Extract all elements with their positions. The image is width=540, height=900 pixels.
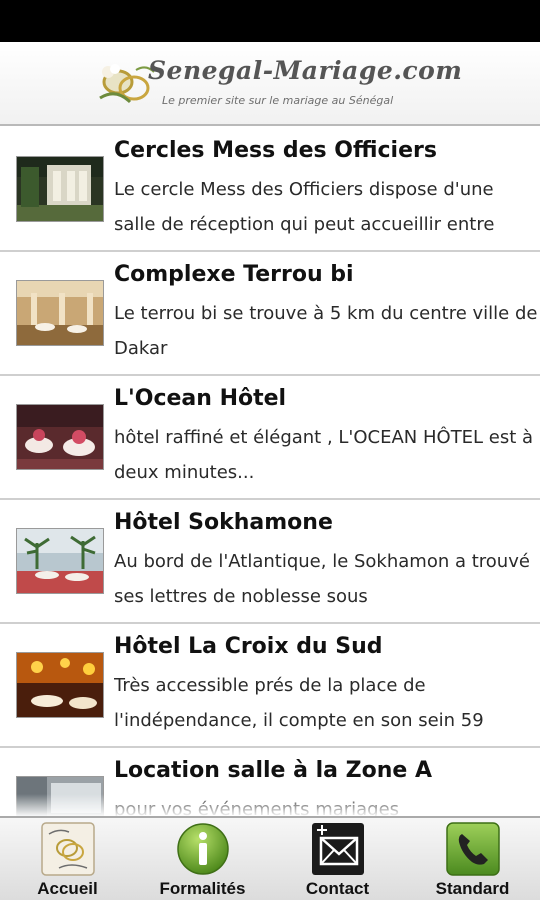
phone-icon: [445, 822, 500, 876]
venue-title: Cercles Mess des Officiers: [114, 138, 437, 163]
tab-accueil[interactable]: Accueil: [0, 818, 135, 900]
venue-title: Hôtel La Croix du Sud: [114, 634, 383, 659]
venue-description: Le terrou bi se trouve à 5 km du centre …: [114, 303, 538, 359]
home-logo-icon: [40, 822, 95, 876]
venue-description: Le cercle Mess des Officiers dispose d'u…: [114, 179, 495, 235]
tab-formalites[interactable]: Formalités: [135, 818, 270, 900]
venue-item[interactable]: Hôtel La Croix du Sud Très accessible pr…: [0, 624, 540, 748]
venue-thumbnail: [16, 404, 104, 470]
venue-list[interactable]: Cercles Mess des Officiers Le cercle Mes…: [0, 128, 540, 816]
tab-standard[interactable]: Standard: [405, 818, 540, 900]
tab-contact[interactable]: Contact: [270, 818, 405, 900]
venue-item[interactable]: L'Ocean Hôtel hôtel raffiné et élégant ,…: [0, 376, 540, 500]
venue-thumbnail: [16, 280, 104, 346]
site-subtitle: Le premier site sur le mariage au Sénéga…: [162, 94, 394, 107]
venue-title: Location salle à la Zone A: [114, 758, 433, 783]
tab-label: Standard: [435, 879, 510, 898]
venue-item[interactable]: Complexe Terrou bi Le terrou bi se trouv…: [0, 252, 540, 376]
bottom-tab-bar: Accueil Formalités Contact Standard: [0, 816, 540, 900]
tab-label: Accueil: [37, 879, 98, 898]
tab-label: Contact: [305, 879, 370, 898]
venue-thumbnail: [16, 776, 104, 816]
venue-title: Hôtel Sokhamone: [114, 510, 333, 535]
venue-thumbnail: [16, 528, 104, 594]
venue-description: Très accessible prés de la place de l'in…: [114, 675, 484, 731]
venue-thumbnail: [16, 156, 104, 222]
venue-description: Au bord de l'Atlantique, le Sokhamon a t…: [114, 551, 530, 607]
mail-icon: [311, 823, 364, 875]
venue-description: pour vos événements mariages: [114, 799, 400, 816]
venue-item[interactable]: Cercles Mess des Officiers Le cercle Mes…: [0, 128, 540, 252]
venue-description: hôtel raffiné et élégant , L'OCEAN HÔTEL…: [114, 427, 534, 483]
app-header: Senegal-Mariage.com Le premier site sur …: [0, 42, 540, 126]
venue-thumbnail: [16, 652, 104, 718]
tab-label: Formalités: [159, 879, 246, 898]
venue-title: Complexe Terrou bi: [114, 262, 354, 287]
site-title: Senegal-Mariage.com: [148, 56, 463, 85]
venue-item[interactable]: Location salle à la Zone A pour vos évén…: [0, 748, 540, 816]
status-bar: [0, 0, 540, 42]
info-icon: [176, 823, 229, 875]
venue-item[interactable]: Hôtel Sokhamone Au bord de l'Atlantique,…: [0, 500, 540, 624]
venue-title: L'Ocean Hôtel: [114, 386, 287, 411]
